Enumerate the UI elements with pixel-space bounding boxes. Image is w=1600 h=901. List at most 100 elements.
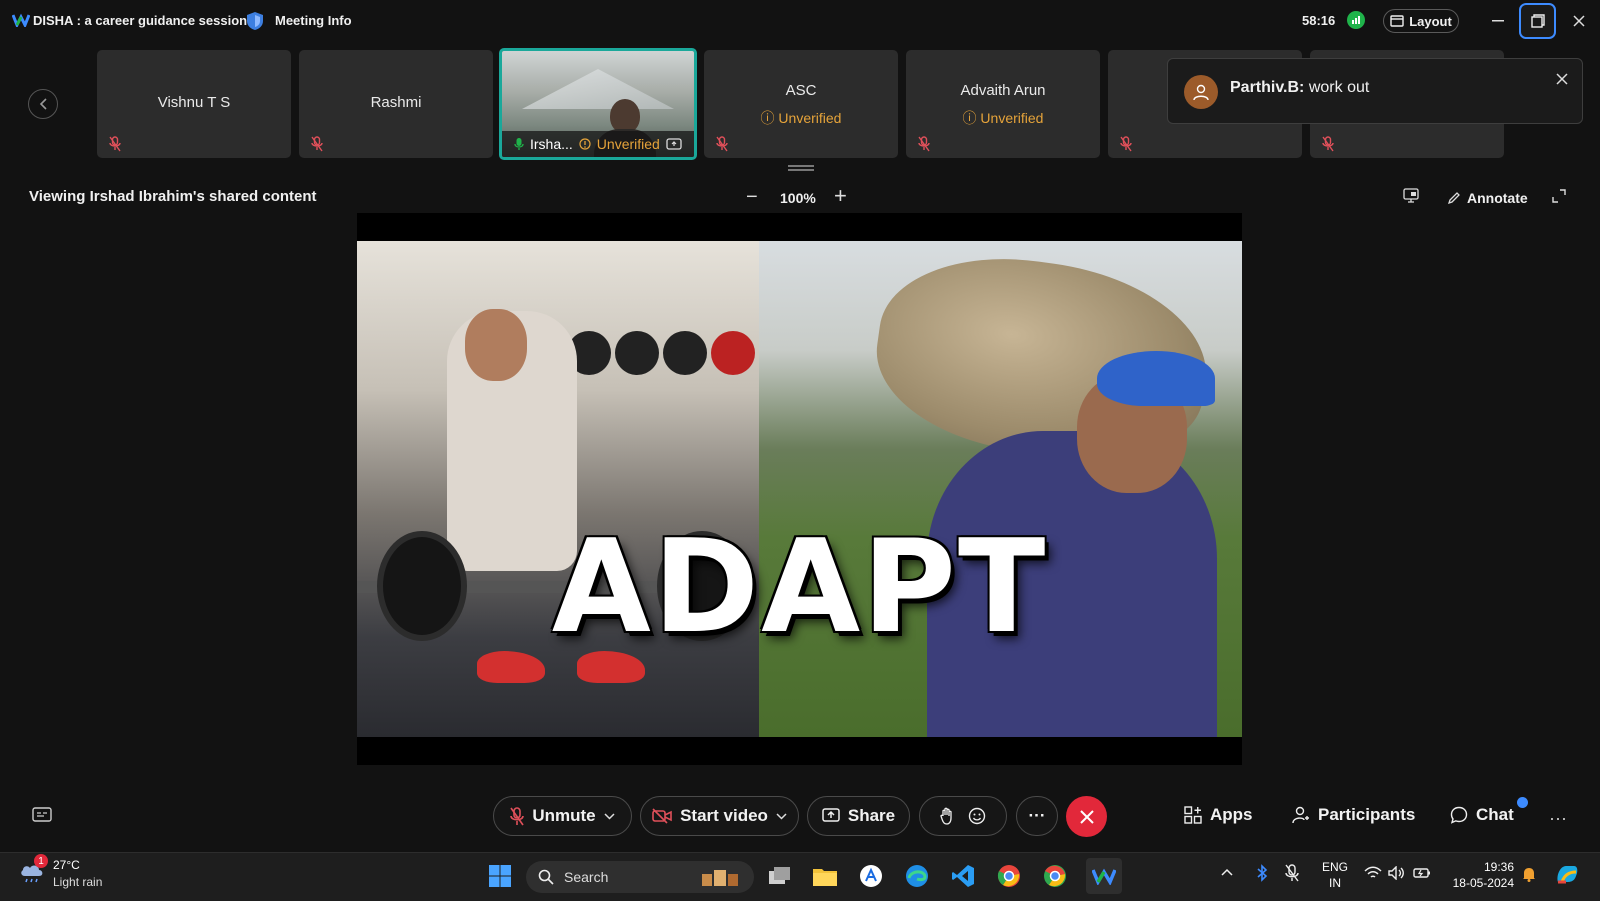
- participant-name: Irsha...: [530, 136, 573, 152]
- unread-indicator: [1517, 797, 1528, 808]
- reactions-group[interactable]: [919, 796, 1007, 836]
- notification-bell-icon[interactable]: [1522, 866, 1536, 882]
- windows-logo-icon: [489, 865, 511, 887]
- zoom-in-button[interactable]: +: [834, 183, 847, 209]
- slide-headline: ADAPT: [551, 513, 1048, 662]
- overflow-menu-button[interactable]: ···: [1549, 808, 1567, 829]
- show-hidden-icons-button[interactable]: [1221, 868, 1233, 876]
- participants-button[interactable]: Participants: [1292, 805, 1415, 825]
- participant-tile[interactable]: Vishnu T S: [97, 50, 291, 158]
- layout-button[interactable]: Layout: [1383, 9, 1459, 33]
- content-view-options-button[interactable]: [1403, 188, 1419, 203]
- share-button[interactable]: Share: [807, 796, 910, 836]
- resize-handle[interactable]: [788, 165, 814, 171]
- participant-tile[interactable]: ASC ⓘ Unverified: [704, 50, 898, 158]
- region-code: IN: [1329, 876, 1341, 890]
- chat-button[interactable]: Chat: [1450, 805, 1514, 825]
- participant-tile[interactable]: Advaith Arun ⓘ Unverified: [906, 50, 1100, 158]
- minimize-button[interactable]: [1486, 10, 1510, 32]
- restore-button[interactable]: [1519, 3, 1556, 39]
- webex-logo-icon: [12, 13, 30, 27]
- shared-content-label: Viewing Irshad Ibrahim's shared content: [29, 188, 317, 205]
- unmute-button[interactable]: Unmute: [493, 796, 632, 836]
- volume-icon[interactable]: [1388, 866, 1406, 880]
- bluetooth-icon[interactable]: [1256, 864, 1268, 882]
- reactions-icon[interactable]: [968, 807, 986, 825]
- participant-tile[interactable]: Rashmi: [299, 50, 493, 158]
- gym-deadlift-image: [357, 241, 759, 737]
- windows-taskbar: [0, 852, 1600, 901]
- participant-name: Advaith Arun: [960, 82, 1046, 99]
- muted-mic-icon: [1120, 136, 1132, 152]
- wifi-icon[interactable]: [1364, 866, 1382, 880]
- participants-icon: [1292, 806, 1309, 824]
- battery-icon[interactable]: [1413, 866, 1431, 880]
- app-store-icon[interactable]: [857, 862, 885, 890]
- windows-start-button[interactable]: [486, 862, 514, 890]
- muted-mic-icon: [109, 136, 121, 152]
- annotate-button[interactable]: Annotate: [1447, 190, 1528, 206]
- share-label: Share: [847, 806, 896, 825]
- unmute-label: Unmute: [532, 806, 596, 825]
- webex-taskbar-icon[interactable]: [1086, 858, 1122, 894]
- task-view-icon[interactable]: [766, 862, 794, 890]
- participants-label: Participants: [1318, 805, 1416, 824]
- mic-icon: [514, 138, 524, 150]
- zoom-level: 100%: [780, 190, 816, 206]
- unverified-icon: ⓘ: [962, 110, 977, 126]
- shared-screen[interactable]: ADAPT: [357, 213, 1242, 765]
- meeting-timer: 58:16: [1302, 13, 1336, 28]
- annotate-label: Annotate: [1467, 190, 1528, 206]
- fullscreen-button[interactable]: [1552, 189, 1566, 203]
- start-video-button[interactable]: Start video: [640, 796, 799, 836]
- raise-hand-icon[interactable]: [940, 807, 954, 825]
- monitor-icon: [1403, 188, 1419, 203]
- zoom-out-button[interactable]: −: [746, 186, 758, 209]
- more-options-button[interactable]: ···: [1016, 796, 1058, 836]
- meeting-title: DISHA : a career guidance session: [33, 13, 248, 28]
- network-signal-icon[interactable]: [1347, 11, 1365, 29]
- close-icon: [1573, 15, 1585, 27]
- video-off-icon: [652, 808, 672, 824]
- chrome-browser-icon[interactable]: [995, 862, 1023, 890]
- vscode-icon[interactable]: [949, 862, 977, 890]
- user-icon: [1193, 84, 1209, 101]
- close-window-button[interactable]: [1568, 10, 1590, 32]
- previous-participants-button[interactable]: [28, 89, 58, 119]
- notification-text: work out: [1304, 79, 1370, 96]
- chevron-down-icon[interactable]: [604, 812, 615, 820]
- screen-share-icon: [666, 137, 682, 150]
- participant-caption: Irsha... Unverified: [502, 131, 694, 157]
- chat-notification[interactable]: Parthiv.B: work out: [1167, 58, 1583, 124]
- leave-meeting-button[interactable]: [1066, 796, 1107, 837]
- edge-browser-icon[interactable]: [903, 862, 931, 890]
- chevron-down-icon[interactable]: [776, 812, 787, 820]
- apps-button[interactable]: Apps: [1184, 805, 1253, 825]
- verification-status: ⓘ Unverified: [962, 110, 1044, 126]
- captions-button[interactable]: [32, 807, 52, 824]
- taskbar-search[interactable]: Search: [526, 861, 754, 893]
- muted-mic-icon: [510, 806, 525, 825]
- participant-name: ASC: [785, 82, 817, 99]
- shield-icon[interactable]: [246, 11, 264, 31]
- muted-mic-icon: [716, 136, 728, 152]
- copilot-icon[interactable]: [1554, 862, 1580, 886]
- expand-icon: [1552, 189, 1566, 203]
- participant-tile-active-speaker[interactable]: Irsha... Unverified: [499, 48, 697, 160]
- search-highlight-icon: [698, 866, 742, 888]
- system-clock[interactable]: 19:36 18-05-2024: [1446, 859, 1514, 891]
- chrome-profile-icon[interactable]: [1041, 862, 1069, 890]
- restore-icon: [1530, 14, 1545, 28]
- pen-icon: [1447, 192, 1460, 205]
- unverified-icon: [579, 138, 591, 150]
- language-code: ENG: [1322, 860, 1349, 874]
- chevron-left-icon: [39, 98, 47, 110]
- clock-time: 19:36: [1483, 860, 1514, 874]
- file-explorer-icon[interactable]: [811, 862, 839, 890]
- meeting-info-button[interactable]: Meeting Info: [275, 13, 352, 28]
- weather-widget[interactable]: 1: [18, 854, 48, 884]
- dismiss-notification-button[interactable]: [1556, 73, 1568, 85]
- microphone-muted-tray-icon[interactable]: [1285, 864, 1299, 882]
- avatar: [1184, 75, 1218, 109]
- input-language[interactable]: ENG IN: [1322, 859, 1348, 891]
